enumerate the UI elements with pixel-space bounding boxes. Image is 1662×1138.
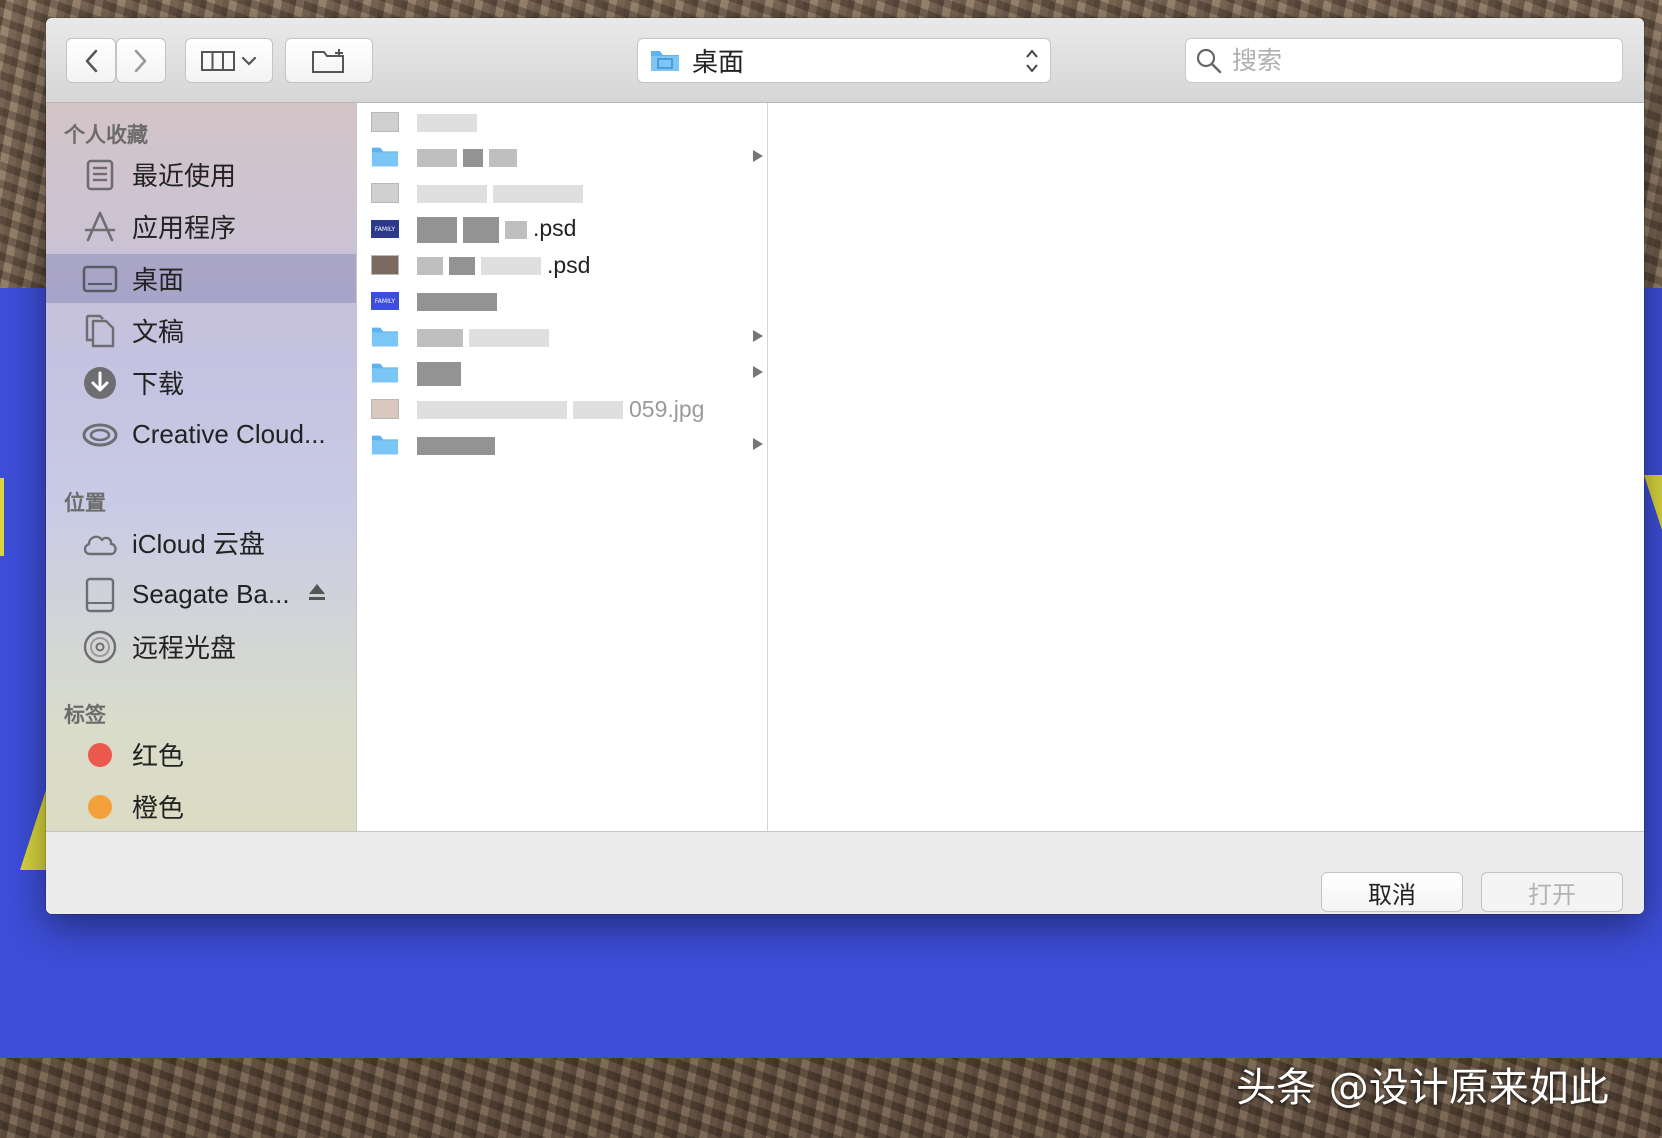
disclosure-arrow-icon — [752, 329, 764, 348]
search-icon — [1196, 48, 1222, 73]
sidebar-item-label: iCloud 云盘 — [132, 529, 265, 559]
watermark: 头条 @设计原来如此 — [1236, 1065, 1609, 1111]
open-button[interactable]: 打开 — [1481, 872, 1623, 912]
sidebar-item-creative-cloud[interactable]: Creative Cloud... — [46, 410, 356, 459]
sidebar-item-downloads[interactable]: 下载 — [46, 358, 356, 407]
file-row[interactable] — [357, 319, 768, 355]
sidebar-item-label: 远程光盘 — [132, 633, 237, 663]
file-row[interactable] — [357, 427, 768, 463]
sidebar-item-documents[interactable]: 文稿 — [46, 306, 356, 355]
file-row[interactable]: .psd — [357, 247, 768, 283]
tag-orange-icon — [80, 787, 120, 827]
folder-icon — [371, 325, 399, 349]
sidebar-item-label: 最近使用 — [132, 161, 237, 191]
search-input[interactable] — [1232, 46, 1612, 75]
chevron-right-icon — [134, 49, 147, 72]
preview-pane — [768, 103, 1644, 831]
location-popup[interactable]: 桌面 — [637, 38, 1051, 83]
disclosure-arrow-icon — [752, 437, 764, 456]
sidebar-item-label: 橙色 — [132, 793, 185, 823]
folder-icon — [371, 145, 399, 169]
folder-icon — [371, 361, 399, 385]
dialog-footer: 取消 打开 — [46, 831, 1644, 914]
wallpaper-decoration — [0, 478, 4, 556]
sidebar-item-label: 桌面 — [132, 265, 185, 295]
downloads-icon — [80, 363, 120, 403]
sidebar-item-recents[interactable]: 最近使用 — [46, 150, 356, 199]
creative-cloud-icon — [80, 415, 120, 455]
documents-icon — [80, 311, 120, 351]
sidebar: 个人收藏 最近使用 应用程序 桌面 文稿 下载 Creative Cloud..… — [46, 103, 357, 831]
sidebar-item-label: 红色 — [132, 741, 185, 771]
optical-disc-icon — [80, 627, 120, 667]
sidebar-header-locations: 位置 — [64, 492, 106, 515]
new-folder-icon — [312, 48, 344, 73]
updown-arrows-icon — [1026, 49, 1038, 73]
file-row[interactable] — [357, 139, 768, 175]
location-label: 桌面 — [692, 47, 745, 77]
file-column: FAMILY .psd .psd FAMILY 059.jpg — [357, 103, 768, 831]
cancel-button[interactable]: 取消 — [1321, 872, 1463, 912]
sidebar-item-label: 应用程序 — [132, 213, 237, 243]
eject-icon[interactable] — [307, 582, 327, 607]
forward-button[interactable] — [116, 38, 166, 83]
dialog-toolbar: 桌面 — [46, 18, 1644, 103]
sidebar-item-desktop[interactable]: 桌面 — [46, 254, 356, 303]
file-name: .psd — [417, 215, 576, 243]
view-mode-button[interactable] — [185, 38, 273, 83]
disclosure-arrow-icon — [752, 149, 764, 168]
sidebar-item-icloud[interactable]: iCloud 云盘 — [46, 518, 356, 567]
file-name-obscured — [417, 288, 503, 315]
file-name-obscured — [417, 432, 501, 459]
search-field[interactable] — [1185, 38, 1623, 83]
file-row[interactable] — [357, 175, 768, 211]
file-row[interactable]: FAMILY .psd — [357, 211, 768, 247]
wallpaper-decoration — [1644, 475, 1662, 530]
file-name: 059.jpg — [417, 396, 704, 423]
file-name: .psd — [417, 252, 590, 279]
sidebar-item-label: 下载 — [132, 369, 185, 399]
image-file-icon — [371, 110, 399, 134]
desktop-icon — [80, 259, 120, 299]
folder-icon — [371, 433, 399, 457]
chevron-left-icon — [85, 49, 98, 72]
columns-view-icon — [201, 50, 235, 71]
sidebar-item-remote-disc[interactable]: 远程光盘 — [46, 622, 356, 671]
psd-file-icon: FAMILY — [371, 217, 399, 241]
icloud-icon — [80, 523, 120, 563]
sidebar-item-label: Creative Cloud... — [132, 419, 326, 449]
disclosure-arrow-icon — [752, 365, 764, 384]
file-name-obscured — [417, 180, 589, 207]
applications-icon — [80, 207, 120, 247]
file-name-obscured — [417, 360, 467, 387]
recents-icon — [80, 155, 120, 195]
back-button[interactable] — [66, 38, 116, 83]
file-row[interactable] — [357, 355, 768, 391]
folder-icon — [651, 50, 679, 71]
chevron-down-icon — [241, 56, 257, 66]
sidebar-item-tag-red[interactable]: 红色 — [46, 730, 356, 779]
image-file-icon — [371, 397, 399, 421]
image-file-icon — [371, 181, 399, 205]
sidebar-header-tags: 标签 — [64, 704, 106, 727]
open-file-dialog: 桌面 个人收藏 最近使用 应用程序 桌面 — [46, 18, 1644, 914]
file-name-obscured — [417, 144, 523, 171]
file-row[interactable]: 059.jpg — [357, 391, 768, 427]
image-file-icon — [371, 253, 399, 277]
wallpaper-decoration — [20, 790, 46, 870]
sidebar-item-applications[interactable]: 应用程序 — [46, 202, 356, 251]
external-drive-icon — [80, 575, 120, 615]
sidebar-item-tag-orange[interactable]: 橙色 — [46, 782, 356, 831]
file-name-obscured — [417, 109, 483, 136]
sidebar-item-external-drive[interactable]: Seagate Ba... — [46, 570, 356, 619]
new-folder-button[interactable] — [285, 38, 373, 83]
file-row[interactable]: FAMILY — [357, 283, 768, 319]
sidebar-header-favorites: 个人收藏 — [64, 124, 148, 147]
family-file-icon: FAMILY — [371, 289, 399, 313]
file-name-obscured — [417, 324, 555, 351]
sidebar-item-label: Seagate Ba... — [132, 579, 290, 609]
file-row[interactable] — [357, 104, 768, 140]
tag-red-icon — [80, 735, 120, 775]
sidebar-item-label: 文稿 — [132, 317, 185, 347]
